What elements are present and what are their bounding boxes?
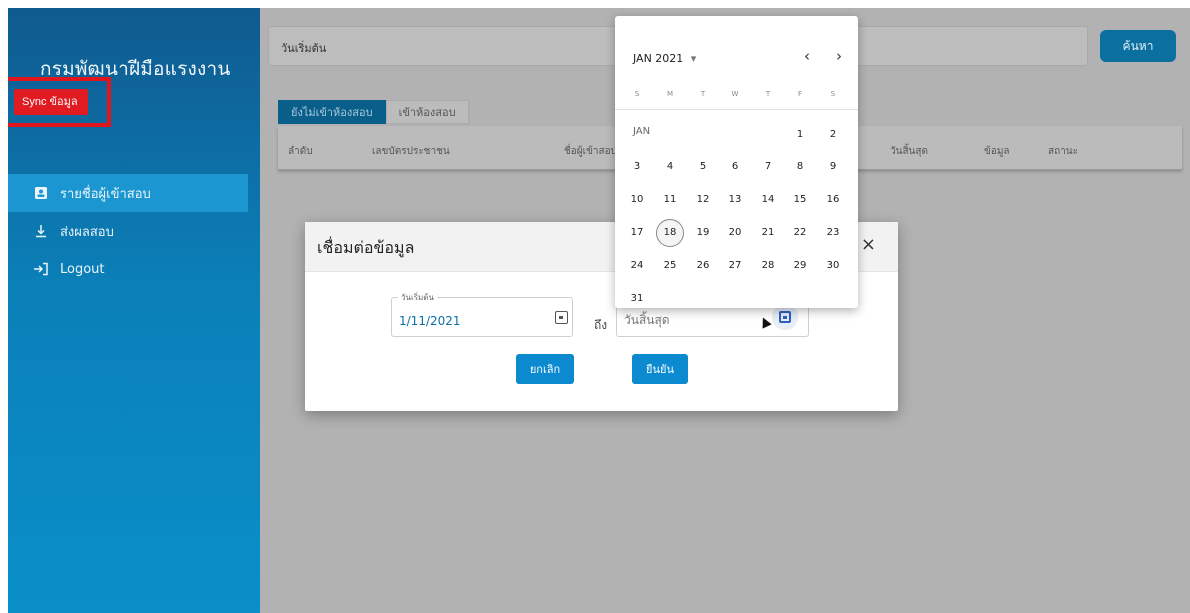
calendar-day[interactable]: 26 xyxy=(689,252,717,280)
confirm-button[interactable]: ยืนยัน xyxy=(632,354,688,384)
search-button[interactable]: ค้นหา xyxy=(1100,30,1176,62)
calendar-day[interactable]: 12 xyxy=(689,186,717,214)
calendar-day-today[interactable]: 18 xyxy=(656,219,684,247)
search-start-date-label[interactable]: วันเริ่มต้น xyxy=(281,39,326,57)
calendar-day[interactable]: 1 xyxy=(786,121,814,149)
start-date-label: วันเริ่มต้น xyxy=(398,291,437,304)
weekday-label: F xyxy=(797,90,803,98)
sidebar-item-label: รายชื่อผู้เข้าสอบ xyxy=(60,186,151,202)
tab-bar: ยังไม่เข้าห้องสอบ เข้าห้องสอบ xyxy=(278,100,469,124)
calendar-day[interactable]: 3 xyxy=(623,153,651,181)
column-header: ชื่อผู้เข้าสอบ xyxy=(564,146,617,157)
weekday-label: T xyxy=(700,90,706,98)
download-icon xyxy=(32,222,50,240)
calendar-day[interactable]: 31 xyxy=(623,285,651,313)
month-year-label: JAN 2021 xyxy=(633,52,684,65)
tab-entered[interactable]: เข้าห้องสอบ xyxy=(385,100,469,124)
app-window: กรมพัฒนาฝีมือแรงงาน Sync ข้อมูล รายชื่อผ… xyxy=(8,8,1190,613)
dropdown-arrow-icon: ▾ xyxy=(690,52,697,65)
weekday-label: T xyxy=(765,90,771,98)
end-date-placeholder: วันสิ้นสุด xyxy=(624,313,670,327)
weekday-label: S xyxy=(830,90,836,98)
calendar-day[interactable]: 30 xyxy=(819,252,847,280)
column-header: ลำดับ xyxy=(288,146,313,157)
weekday-header: S M T W T F S xyxy=(615,90,858,102)
month-section-label: JAN xyxy=(633,126,651,137)
calendar-day[interactable]: 21 xyxy=(754,219,782,247)
calendar-day[interactable]: 19 xyxy=(689,219,717,247)
calendar-day[interactable]: 9 xyxy=(819,153,847,181)
sidebar: กรมพัฒนาฝีมือแรงงาน Sync ข้อมูล รายชื่อผ… xyxy=(8,8,260,613)
calendar-day[interactable]: 5 xyxy=(689,153,717,181)
cancel-button[interactable]: ยกเลิก xyxy=(516,354,574,384)
sidebar-item-label: Logout xyxy=(60,261,105,277)
calendar-day[interactable]: 20 xyxy=(721,219,749,247)
calendar-day[interactable]: 6 xyxy=(721,153,749,181)
calendar-day[interactable]: 11 xyxy=(656,186,684,214)
previous-month-button[interactable]: ‹ xyxy=(804,47,810,65)
calendar-icon[interactable] xyxy=(555,311,568,324)
calendar-day[interactable]: 10 xyxy=(623,186,651,214)
calendar-day[interactable]: 23 xyxy=(819,219,847,247)
calendar-day[interactable]: 14 xyxy=(754,186,782,214)
calendar-day[interactable]: 4 xyxy=(656,153,684,181)
column-header: วันสิ้นสุด xyxy=(890,146,928,157)
calendar-day[interactable]: 24 xyxy=(623,252,651,280)
calendar-day[interactable]: 7 xyxy=(754,153,782,181)
calendar-day[interactable]: 27 xyxy=(721,252,749,280)
weekday-label: W xyxy=(731,90,739,98)
calendar-day[interactable]: 29 xyxy=(786,252,814,280)
calendar-day[interactable]: 15 xyxy=(786,186,814,214)
next-month-button[interactable]: › xyxy=(836,47,842,65)
close-icon[interactable]: × xyxy=(861,234,876,255)
tab-not-entered[interactable]: ยังไม่เข้าห้องสอบ xyxy=(278,100,386,124)
calendar-day[interactable]: 13 xyxy=(721,186,749,214)
calendar-day[interactable]: 22 xyxy=(786,219,814,247)
logout-icon xyxy=(32,260,50,278)
sidebar-item-label: ส่งผลสอบ xyxy=(60,224,114,240)
sidebar-item-logout[interactable]: Logout xyxy=(8,250,248,288)
dialog-title: เชื่อมต่อข้อมูล xyxy=(317,238,415,257)
start-date-value: 1/11/2021 xyxy=(399,314,461,328)
column-header: เลขบัตรประชาชน xyxy=(372,146,450,157)
to-label: ถึง xyxy=(594,318,608,332)
calendar-day[interactable]: 28 xyxy=(754,252,782,280)
calendar-day[interactable]: 25 xyxy=(656,252,684,280)
sync-highlight-box xyxy=(8,77,111,127)
weekday-label: M xyxy=(666,90,674,98)
calendar-day[interactable]: 16 xyxy=(819,186,847,214)
start-date-field[interactable]: วันเริ่มต้น 1/11/2021 xyxy=(391,291,573,337)
month-year-selector[interactable]: JAN 2021 ▾ xyxy=(633,52,696,65)
sidebar-item-examinees[interactable]: รายชื่อผู้เข้าสอบ xyxy=(8,174,248,212)
sidebar-nav: รายชื่อผู้เข้าสอบ ส่งผลสอบ Logout xyxy=(8,174,248,288)
column-header: สถานะ xyxy=(1048,146,1078,157)
calendar-day[interactable]: 17 xyxy=(623,219,651,247)
datepicker-popup: JAN 2021 ▾ ‹ › S M T W T F S JAN 1234567… xyxy=(615,16,858,308)
sidebar-item-send-results[interactable]: ส่งผลสอบ xyxy=(8,212,248,250)
id-card-icon xyxy=(32,184,50,202)
column-header: ข้อมูล xyxy=(984,146,1010,157)
calendar-day[interactable]: 8 xyxy=(786,153,814,181)
weekday-label: S xyxy=(634,90,640,98)
calendar-day[interactable]: 2 xyxy=(819,121,847,149)
divider xyxy=(615,109,858,110)
